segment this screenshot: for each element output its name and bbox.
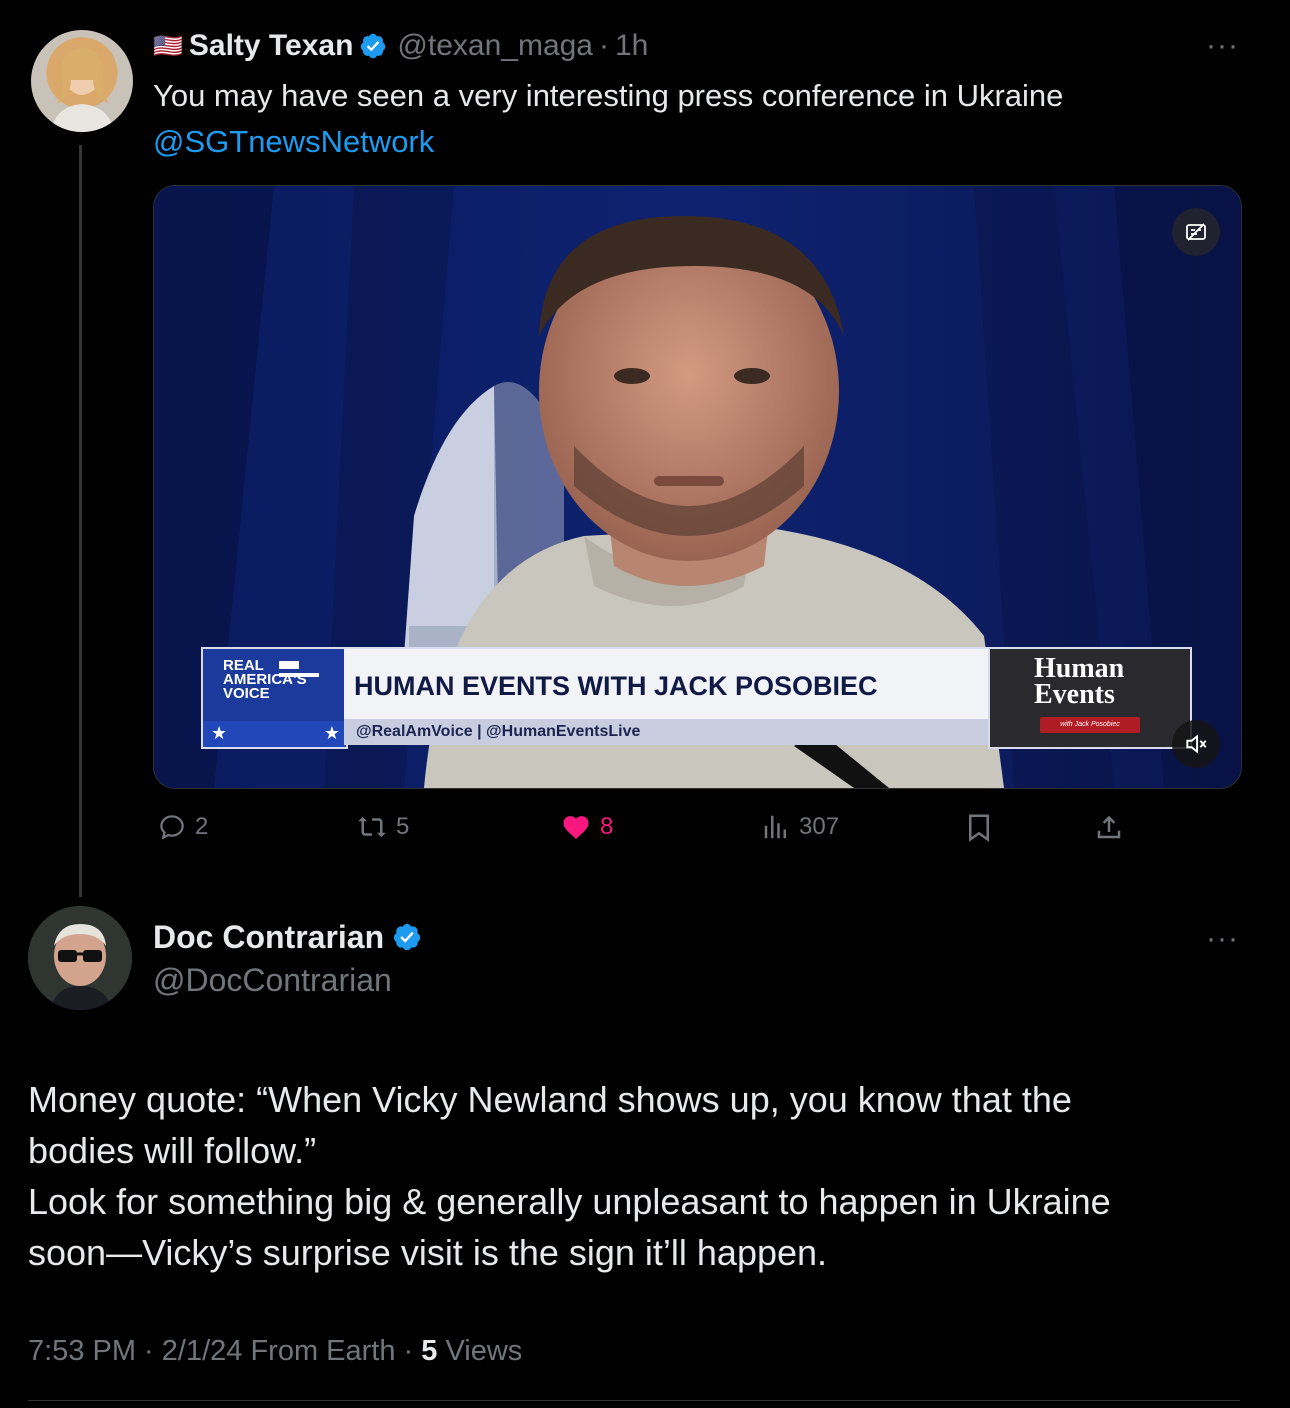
headline-bar: HUMAN EVENTS WITH JACK POSOBIEC	[344, 647, 988, 721]
avatar-image	[28, 906, 132, 1010]
tweet1-video-player[interactable]: REAL AMERICA'S VOICE ★ ★ HUMAN EVENTS WI…	[153, 185, 1242, 789]
views-button[interactable]: 307	[761, 810, 839, 844]
views-chart-icon	[764, 815, 786, 839]
tweet2-text-line4: soon—Vicky’s surprise visit is the sign …	[28, 1232, 828, 1273]
tweet2-body: Money quote: “When Vicky Newland shows u…	[28, 1074, 1111, 1278]
tweet1-header: 🇺🇸 Salty Texan @texan_maga · 1h	[153, 24, 648, 68]
tweet2-views-count: 5	[421, 1335, 438, 1367]
tweet2-display-name[interactable]: Doc Contrarian	[153, 919, 384, 956]
video-subline-text: @RealAmVoice | @HumanEventsLive	[356, 723, 641, 740]
views-count: 307	[799, 813, 840, 840]
tweet1-text: You may have seen a very interesting pre…	[153, 78, 1064, 113]
verified-badge-icon[interactable]	[359, 32, 387, 60]
reply-count: 2	[195, 813, 209, 840]
tweet2-text-line1: Money quote: “When Vicky Newland shows u…	[28, 1079, 1072, 1120]
like-count: 8	[600, 813, 614, 840]
video-headline-text: HUMAN EVENTS WITH JACK POSOBIEC	[354, 671, 878, 701]
bookmark-icon	[969, 814, 989, 842]
subline-bar: @RealAmVoice | @HumanEventsLive	[344, 719, 988, 745]
tweet2-text-line2: bodies will follow.”	[28, 1130, 317, 1171]
brand-line2: Events	[1034, 679, 1115, 710]
tweet1-timestamp[interactable]: 1h	[615, 29, 648, 63]
verified-badge-icon[interactable]	[392, 922, 422, 952]
thread-connector-line	[79, 145, 82, 897]
tweet2-text-line3: Look for something big & generally unple…	[28, 1181, 1111, 1222]
video-mute-button[interactable]	[1172, 720, 1220, 768]
tweet2-meta: 7:53 PM · 2/1/24 From Earth · 5 Views	[28, 1332, 522, 1370]
muted-speaker-icon	[1186, 734, 1207, 754]
repost-icon	[358, 816, 386, 838]
tweet1-more-options-icon[interactable]: ···	[1206, 31, 1239, 61]
share-icon	[1097, 815, 1121, 839]
like-button[interactable]: 8	[560, 810, 613, 844]
tweet1-separator: ·	[599, 29, 609, 62]
tweet2-header: Doc Contrarian	[153, 916, 422, 958]
tweet2-timestamp[interactable]: 7:53 PM · 2/1/24 From Earth ·	[28, 1335, 421, 1367]
tweet2-handle[interactable]: @DocContrarian	[153, 960, 392, 1000]
reply-button[interactable]: 2	[157, 810, 208, 844]
tweet1-handle[interactable]: @texan_maga	[397, 29, 593, 63]
network-logo-stars: ★ ★	[203, 721, 346, 747]
brand-tag-pill: with Jack Posobiec	[1040, 717, 1140, 733]
captions-icon	[1186, 223, 1206, 241]
tweet1-mention-link[interactable]: @SGTnewsNetwork	[153, 122, 434, 162]
human-events-brand-box: Human Events with Jack Posobiec	[988, 647, 1192, 749]
reply-icon	[160, 815, 184, 840]
video-sensitive-media-icon[interactable]	[1172, 208, 1220, 256]
heart-filled-icon	[563, 816, 589, 839]
network-logo-line3: VOICE	[223, 685, 270, 702]
avatar-image	[51, 48, 115, 132]
video-lower-third-banner: REAL AMERICA'S VOICE ★ ★ HUMAN EVENTS WI…	[201, 647, 1192, 749]
share-button[interactable]	[1094, 810, 1124, 844]
tweet1-display-name[interactable]: Salty Texan	[189, 29, 354, 63]
tweet2-more-options-icon[interactable]: ···	[1206, 924, 1239, 954]
repost-count: 5	[396, 813, 410, 840]
brand-tag-text: with Jack Posobiec	[1060, 721, 1120, 728]
repost-button[interactable]: 5	[356, 810, 409, 844]
avatar-salty-texan[interactable]	[31, 30, 133, 132]
divider-line	[28, 1400, 1240, 1401]
tweet2-views-label: Views	[437, 1335, 523, 1367]
network-logo-box: REAL AMERICA'S VOICE ★ ★	[201, 647, 348, 749]
bookmark-button[interactable]	[964, 810, 994, 844]
avatar-doc-contrarian[interactable]	[28, 906, 132, 1010]
us-flag-icon: 🇺🇸	[153, 32, 183, 60]
